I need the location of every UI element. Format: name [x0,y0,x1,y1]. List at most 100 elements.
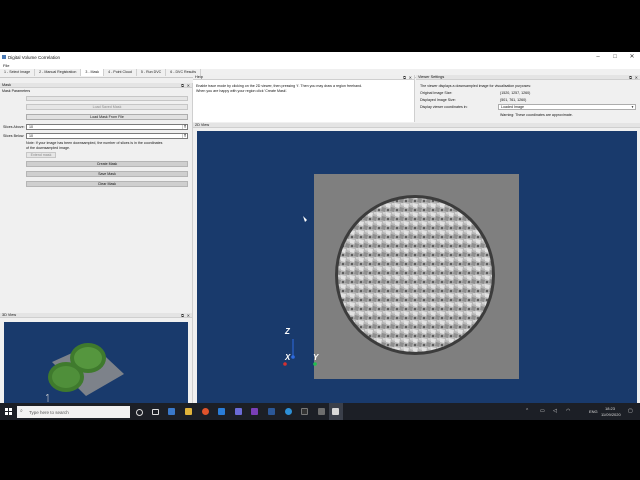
close-icon[interactable]: ✕ [187,83,190,88]
close-icon[interactable]: ✕ [187,313,190,318]
slice-image-icon [283,174,519,379]
view2d-canvas[interactable]: Z X Y [197,131,637,405]
dvc-app-icon[interactable] [332,408,339,415]
save-mask-button[interactable]: Save Mask [26,171,188,177]
displayed-size-label: Displayed Image Size: [420,98,456,102]
mask-panel-title: Mask [2,83,12,87]
view2d-header: 2D View [193,123,640,128]
help-title: Help [195,75,203,79]
undock-icon[interactable]: ⧉ [181,83,184,88]
language-indicator[interactable]: ENG [589,409,598,414]
browser-icon[interactable] [285,408,292,415]
axis-z-label: Z [285,327,290,336]
terminal-icon[interactable] [301,408,308,415]
help-line-2: When you are happy with your region clic… [196,89,288,93]
maximize-button[interactable]: □ [607,53,623,61]
search-icon: ⌕ [20,408,23,414]
task-view-icon[interactable] [152,409,159,415]
tab-mask[interactable]: 3 - Mask [81,69,105,76]
axis-y-label: Y [313,353,319,362]
chevron-down-icon: ▼ [631,105,634,109]
clear-mask-button[interactable]: Clear Mask [26,181,188,187]
notification-icon[interactable]: ▢ [628,408,633,414]
undock-icon[interactable]: ⧉ [403,75,406,80]
outlook-icon[interactable] [168,408,175,415]
clock-time[interactable]: 18:23 [605,406,615,411]
coords-dropdown-value: Loaded Image [501,105,524,109]
original-size-value: (1520, 1257, 1260) [500,91,531,95]
firefox-icon[interactable] [202,408,209,415]
close-icon[interactable]: ✕ [409,75,412,80]
help-line-1: Enable trace mode by clicking on the 2D … [196,84,363,88]
close-icon[interactable]: ✕ [635,75,638,80]
view3d-title: 3D View [2,313,17,317]
spin-arrows-icon[interactable]: ▲ ▼ [182,124,187,129]
axis-z-label: z [46,392,48,397]
help-panel: Help ⧉ ✕ Enable trace mode by clicking o… [193,75,415,122]
tab-run-dvc[interactable]: 5 - Run DVC [137,69,167,76]
mask-parameters-label: Mask Parameters [2,89,31,93]
slices-above-spinbox[interactable]: 10 ▲ ▼ [26,124,188,130]
slices-below-label: Slices Below: [3,134,25,138]
word-icon[interactable] [268,408,275,415]
slices-below-value: 10 [29,134,33,138]
desktop-screen: Digital Volume Correlation – □ ✕ File 1 … [0,52,640,420]
search-box[interactable]: ⌕ Type here to search [17,406,130,418]
volume-render-icon [47,343,124,402]
tab-manual-registration[interactable]: 2 - Manual Registration [35,69,82,76]
wifi-icon[interactable]: ◠ [566,408,570,414]
mask-panel-header: Mask ⧉ ✕ [0,83,192,88]
spin-arrows-icon[interactable]: ▲ ▼ [182,133,187,138]
mask-panel: Mask ⧉ ✕ Mask Parameters Load Saved Mask… [0,83,193,313]
cortana-icon[interactable] [136,409,143,416]
taskbar: ⌕ Type here to search ⌃ ▭ ◁ ◠ ENG 18:23 … [0,403,640,420]
slices-above-value: 10 [29,125,33,129]
volume-icon[interactable]: ◁ [553,408,557,414]
network-icon[interactable]: ▭ [540,408,545,414]
view3d-canvas[interactable]: z [4,322,188,403]
close-button[interactable]: ✕ [624,53,640,61]
minimize-button[interactable]: – [590,53,606,61]
clock-date[interactable]: 11/09/2020 [601,412,621,417]
tab-select-image[interactable]: 1 - Select Image [0,69,36,76]
view2d-title: 2D View [195,123,210,127]
slices-above-label: Slices Above: [3,125,25,129]
view3d-header: 3D View ⧉ ✕ [0,313,192,318]
load-saved-mask-button[interactable]: Load Saved Mask [26,104,188,110]
menu-file[interactable]: File [3,63,9,68]
displayed-size-value: (501, 761, 1260) [500,98,527,102]
app-icon [2,55,6,59]
menu-bar: File [0,62,640,69]
original-size-label: Original Image Size: [420,91,453,95]
coords-dropdown[interactable]: Loaded Image ▼ [498,104,636,110]
vscode-icon[interactable] [218,408,225,415]
slices-below-spinbox[interactable]: 10 ▲ ▼ [26,133,188,139]
view2d-panel: 2D View Z X Y [193,123,640,405]
windows-start-icon[interactable] [5,408,12,415]
downsample-note: Note: If your image has been downsampled… [26,141,163,150]
teams-icon[interactable] [235,408,242,415]
viewer-settings-header: Viewer Settings ⧉ ✕ [416,75,640,80]
load-mask-from-file-button[interactable]: Load Mask From File [26,114,188,120]
search-placeholder: Type here to search [29,409,69,415]
disabled-bar [26,96,188,101]
title-bar: Digital Volume Correlation – □ ✕ [0,52,640,62]
undock-icon[interactable]: ⧉ [629,75,632,80]
help-header: Help ⧉ ✕ [193,75,414,80]
chevron-up-icon[interactable]: ⌃ [525,408,529,414]
file-explorer-icon[interactable] [185,408,192,415]
viewer-settings-panel: Viewer Settings ⧉ ✕ The viewer displays … [416,75,640,122]
viewer-settings-title: Viewer Settings [418,75,445,79]
coords-label: Display viewer coordinates in: [420,105,468,109]
coords-warning: Warning: These coordinates are approxima… [500,113,573,117]
view3d-panel: 3D View ⧉ ✕ z [0,313,193,403]
axis-x-label: X [285,353,291,362]
extend-mask-button[interactable]: Extend mask [26,152,56,158]
window-title: Digital Volume Correlation [8,55,61,60]
tab-point-cloud[interactable]: 4 - Point Cloud [104,69,137,76]
create-mask-button[interactable]: Create Mask [26,161,188,167]
undock-icon[interactable]: ⧉ [181,313,184,318]
onenote-icon[interactable] [251,408,258,415]
app-icon[interactable] [318,408,325,415]
viewer-info: The viewer displays a downsampled image … [420,84,532,88]
